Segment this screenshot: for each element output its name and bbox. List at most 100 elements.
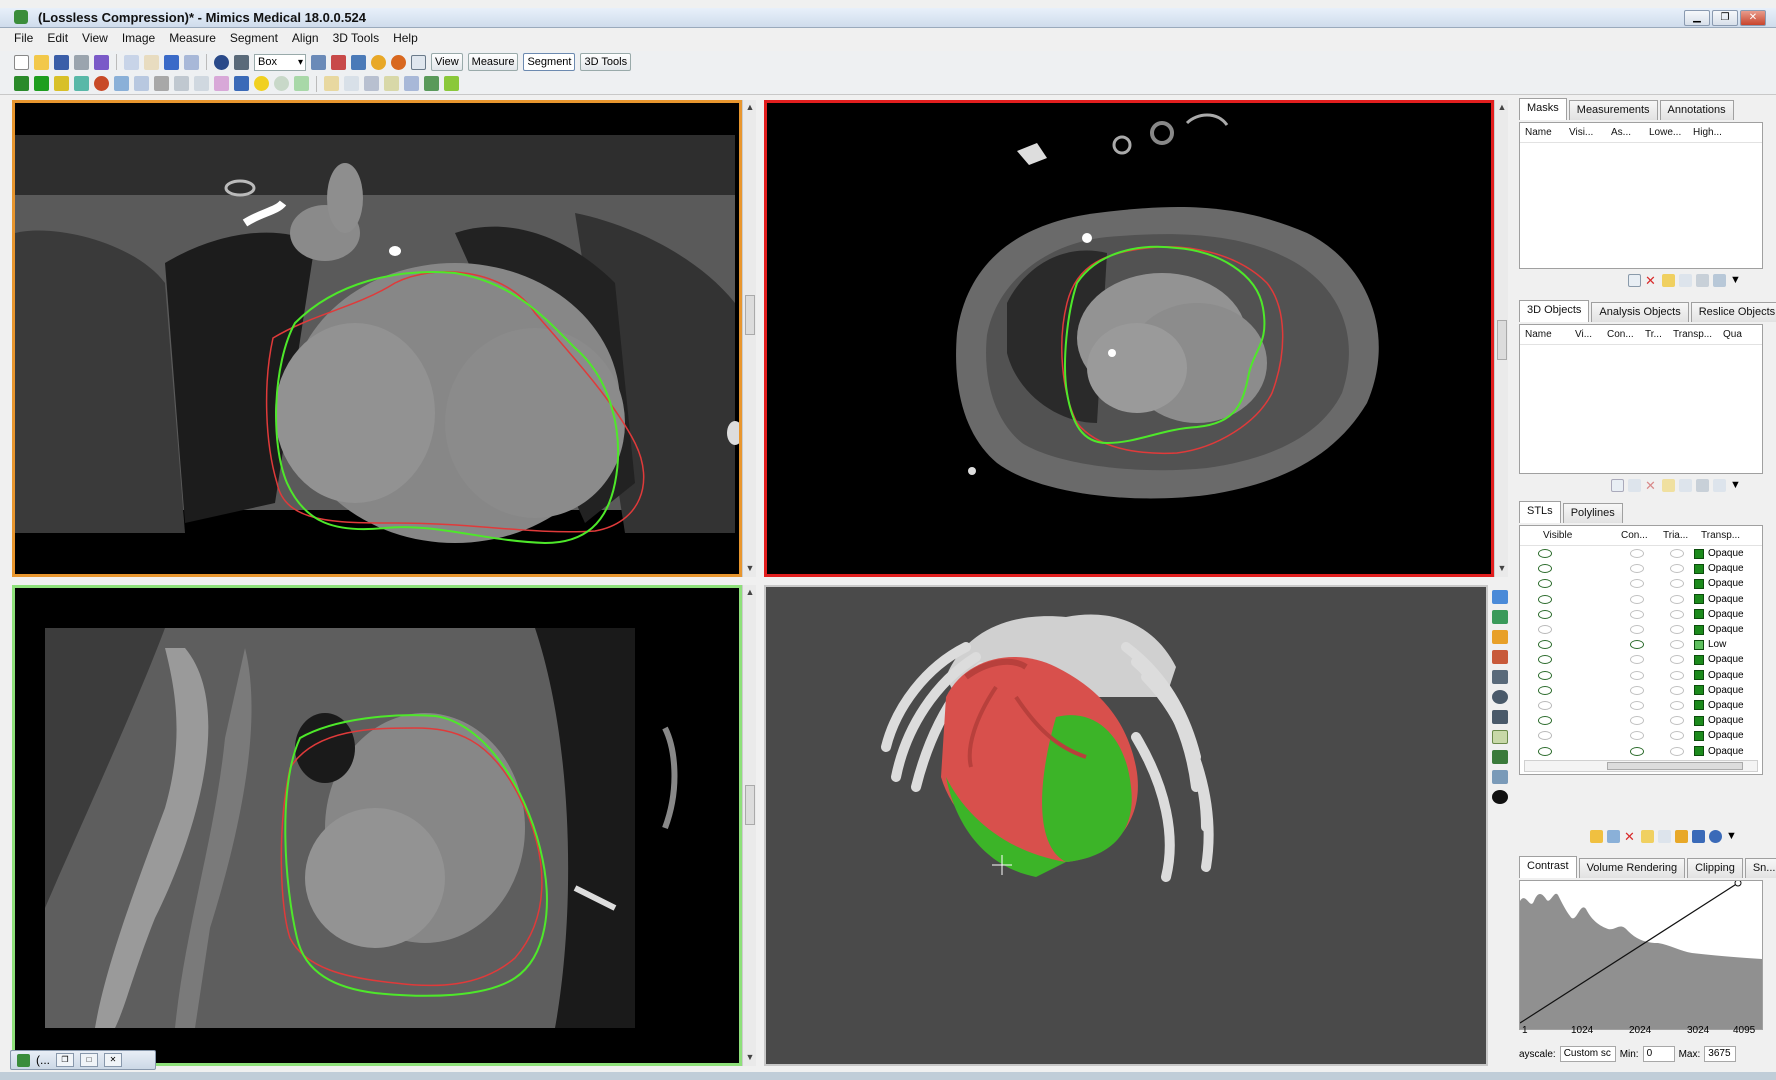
glasses-icon[interactable] xyxy=(1492,750,1508,764)
stl-row[interactable]: Opaque xyxy=(1520,668,1762,683)
col-transparency[interactable]: Transp... xyxy=(1673,329,1723,340)
visibility-eye-icon[interactable] xyxy=(1538,700,1552,710)
delete-stl-icon[interactable]: ✕ xyxy=(1624,830,1637,843)
interpolate-icon[interactable] xyxy=(274,76,289,91)
crop-icon[interactable] xyxy=(364,76,379,91)
stl-row[interactable]: Opaque xyxy=(1520,576,1762,591)
tab-measurements[interactable]: Measurements xyxy=(1568,100,1658,120)
col-name[interactable]: Name xyxy=(1525,329,1575,340)
stl-row[interactable]: Opaque xyxy=(1520,546,1762,561)
calculate-3d-icon[interactable] xyxy=(214,76,229,91)
move-icon[interactable] xyxy=(1696,479,1709,492)
transparency-swatch[interactable] xyxy=(1694,715,1704,726)
stack-icon[interactable] xyxy=(324,76,339,91)
contour-eye-icon[interactable] xyxy=(1630,609,1644,619)
view-front-icon[interactable] xyxy=(1492,590,1508,604)
col-name[interactable]: Name xyxy=(1525,127,1569,138)
mask-3d-icon[interactable] xyxy=(1713,274,1726,287)
grayscale-dropdown[interactable]: Custom sc xyxy=(1559,1046,1616,1062)
transparency-swatch[interactable] xyxy=(1694,746,1704,757)
menu-view[interactable]: View xyxy=(82,29,108,47)
contour-eye-icon[interactable] xyxy=(1630,549,1644,559)
sagittal-scrollbar[interactable]: ▲ ▼ xyxy=(742,585,756,1066)
menu-align[interactable]: Align xyxy=(292,29,319,47)
dynamic-region-icon[interactable] xyxy=(54,76,69,91)
contour-icon[interactable] xyxy=(424,76,439,91)
transparency-swatch[interactable] xyxy=(1694,639,1704,650)
clip-view-icon[interactable] xyxy=(1492,730,1508,744)
cavity-fill-icon[interactable] xyxy=(194,76,209,91)
scroll-up-icon[interactable]: ▲ xyxy=(1495,102,1509,114)
transparency-swatch[interactable] xyxy=(1694,700,1704,711)
rotate-stl-icon[interactable] xyxy=(1709,830,1722,843)
contour-eye-icon[interactable] xyxy=(1630,670,1644,680)
mask-edit-3d-icon[interactable] xyxy=(234,76,249,91)
transparency-icon[interactable] xyxy=(1492,790,1508,804)
axial-scrollbar[interactable]: ▲ ▼ xyxy=(1494,100,1508,577)
contour-eye-icon[interactable] xyxy=(1630,746,1644,756)
open-stl-icon[interactable] xyxy=(1590,830,1603,843)
color-stl-icon[interactable] xyxy=(1641,830,1654,843)
col-contour[interactable]: Con... xyxy=(1607,329,1645,340)
transparency-swatch[interactable] xyxy=(1694,578,1704,589)
paste-icon[interactable] xyxy=(144,54,159,70)
scroll-down-icon[interactable]: ▼ xyxy=(743,563,757,575)
triangles-eye-icon[interactable] xyxy=(1670,685,1684,695)
transparency-swatch[interactable] xyxy=(1694,685,1704,696)
coronal-viewport[interactable] xyxy=(12,100,742,577)
triangles-eye-icon[interactable] xyxy=(1670,579,1684,589)
visibility-eye-icon[interactable] xyxy=(1538,716,1552,726)
visibility-eye-icon[interactable] xyxy=(1538,731,1552,741)
boolean-icon[interactable] xyxy=(134,76,149,91)
scroll-thumb[interactable] xyxy=(1607,762,1743,770)
contour-eye-icon[interactable] xyxy=(1630,685,1644,695)
contour-eye-icon[interactable] xyxy=(1630,594,1644,604)
tab-masks[interactable]: Masks xyxy=(1519,98,1567,120)
maximize-icon[interactable]: □ xyxy=(80,1053,98,1067)
delete-mask-icon[interactable]: ✕ xyxy=(1645,274,1658,287)
tab-clipping[interactable]: Clipping xyxy=(1687,858,1743,878)
layout-icon[interactable] xyxy=(411,54,426,70)
triangles-eye-icon[interactable] xyxy=(1670,655,1684,665)
visibility-eye-icon[interactable] xyxy=(1538,670,1552,680)
menu-3d-tools[interactable]: 3D Tools xyxy=(333,29,379,47)
stl-row[interactable]: Low xyxy=(1520,637,1762,652)
region-grow-icon[interactable] xyxy=(34,76,49,91)
scroll-thumb[interactable] xyxy=(1497,320,1507,360)
visibility-eye-icon[interactable] xyxy=(1538,685,1552,695)
stl-row[interactable]: Opaque xyxy=(1520,652,1762,667)
triangles-eye-icon[interactable] xyxy=(1670,731,1684,741)
selection-tool-dropdown[interactable]: Box xyxy=(254,53,306,71)
col-visible[interactable]: Visi... xyxy=(1569,127,1611,138)
wrap-icon[interactable] xyxy=(444,76,459,91)
tab-3d-objects[interactable]: 3D Objects xyxy=(1519,300,1590,322)
3d-viewport[interactable] xyxy=(764,585,1488,1066)
import-icon[interactable] xyxy=(94,54,109,70)
pan-icon[interactable] xyxy=(234,54,249,70)
copy-stl-icon[interactable] xyxy=(1607,830,1620,843)
axes-icon[interactable] xyxy=(1492,770,1508,784)
col-assigned[interactable]: As... xyxy=(1611,127,1649,138)
stls-hscrollbar[interactable] xyxy=(1524,760,1758,772)
zoom-out-icon[interactable] xyxy=(331,54,346,70)
masks-table[interactable]: Name Visi... As... Lowe... High... xyxy=(1519,122,1763,269)
col-higher[interactable]: High... xyxy=(1693,127,1737,138)
contour-eye-icon[interactable] xyxy=(1630,579,1644,589)
lasso-icon[interactable] xyxy=(174,76,189,91)
contour-eye-icon[interactable] xyxy=(1630,564,1644,574)
scroll-down-icon[interactable]: ▼ xyxy=(1495,563,1509,575)
tab-measure[interactable]: Measure xyxy=(467,53,519,71)
minimized-window[interactable]: (... ❐ □ ✕ xyxy=(10,1050,156,1070)
new-object-icon[interactable] xyxy=(1611,479,1624,492)
color-object-icon[interactable] xyxy=(1662,479,1675,492)
transparency-swatch[interactable] xyxy=(1694,730,1704,741)
visibility-eye-icon[interactable] xyxy=(1538,746,1552,756)
stl-row[interactable]: Opaque xyxy=(1520,698,1762,713)
col-visible[interactable]: Vi... xyxy=(1575,329,1607,340)
color-icon[interactable] xyxy=(391,54,406,70)
stls-table[interactable]: Visible Con... Tria... Transp... Opaque O… xyxy=(1519,525,1763,775)
col-contour[interactable]: Con... xyxy=(1621,530,1663,541)
menu-segment[interactable]: Segment xyxy=(230,29,278,47)
scroll-thumb[interactable] xyxy=(745,295,755,335)
contour-eye-icon[interactable] xyxy=(1630,731,1644,741)
